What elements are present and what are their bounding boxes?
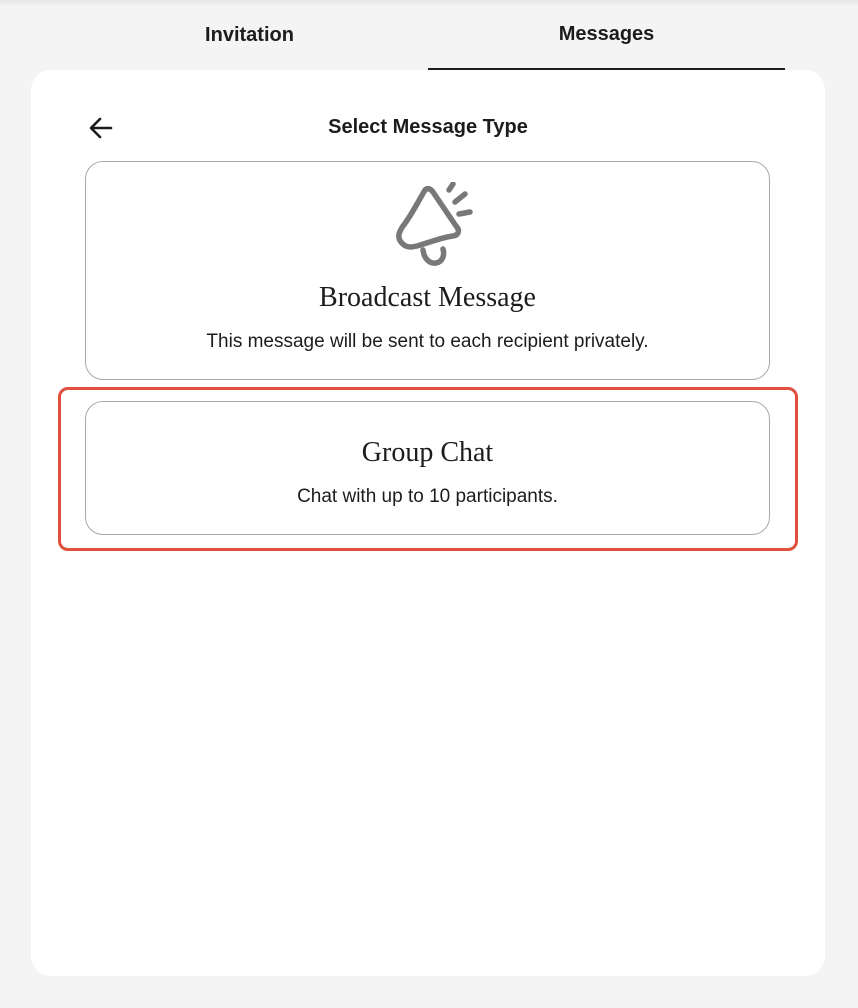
tab-messages[interactable]: Messages: [428, 0, 785, 70]
arrow-left-icon: [89, 117, 113, 139]
tab-invitation-label: Invitation: [205, 23, 294, 46]
page-title: Select Message Type: [328, 116, 528, 138]
group-chat-option[interactable]: Group Chat Chat with up to 10 participan…: [85, 401, 770, 535]
tab-messages-label: Messages: [558, 22, 655, 45]
back-button[interactable]: [83, 110, 119, 146]
group-chat-option-title: Group Chat: [361, 437, 494, 468]
message-type-panel: Select Message Type Broadcast Message Th…: [31, 70, 825, 976]
broadcast-option-title: Broadcast Message: [319, 282, 536, 313]
tab-invitation[interactable]: Invitation: [71, 0, 428, 70]
broadcast-option-description: This message will be sent to each recipi…: [206, 331, 649, 352]
group-chat-option-description: Chat with up to 10 participants.: [297, 486, 558, 507]
broadcast-message-option[interactable]: Broadcast Message This message will be s…: [85, 161, 770, 380]
megaphone-icon: [396, 182, 473, 266]
